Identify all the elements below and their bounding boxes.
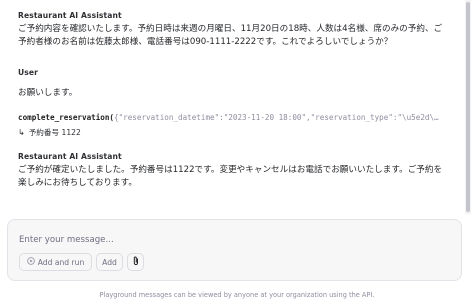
add-and-run-label: Add and run [37,257,85,267]
function-name: complete_reservation( [18,113,115,122]
user-message-role: User [18,68,458,77]
message-role: Restaurant AI Assistant [18,11,122,20]
message-composer[interactable]: Enter your message... Add and run Add [7,219,462,281]
function-args: {"reservation_datetime":"2023-11-20 18:0… [114,113,439,122]
function-result[interactable]: ↳ 予約番号 1122 [18,127,81,138]
add-button[interactable]: Add [96,253,123,271]
user-message: お願いします。 [18,84,458,100]
paperclip-icon [132,256,140,268]
assistant-message: Restaurant AI Assistant ご予約内容を確認いたします。予約… [18,11,458,49]
attach-button[interactable] [127,253,144,271]
message-text[interactable]: ご予約が確定いたしました。予約番号は1122です。変更やキャンセルはお電話でお願… [18,164,458,190]
chat-scrollbar-thumb[interactable] [466,2,470,212]
play-icon [26,257,35,267]
chat-thread: Restaurant AI Assistant ご予約内容を確認いたします。予約… [0,0,462,218]
add-and-run-button[interactable]: Add and run [19,253,92,271]
function-call[interactable]: complete_reservation({"reservation_datet… [18,113,448,123]
function-result-text: 予約番号 1122 [28,128,81,137]
message-text[interactable]: お願いします。 [18,87,458,100]
message-role: Restaurant AI Assistant [18,152,122,161]
return-arrow-icon: ↳ [18,128,25,137]
add-label: Add [102,257,117,267]
message-text[interactable]: ご予約内容を確認いたします。予約日時は来週の月曜日、11月20日の18時、人数は… [18,23,458,49]
message-role: User [18,68,38,77]
privacy-notice: Playground messages can be viewed by any… [99,291,375,299]
assistant-message: Restaurant AI Assistant ご予約が確定いたしました。予約番… [18,152,458,190]
message-input[interactable]: Enter your message... [19,235,114,245]
